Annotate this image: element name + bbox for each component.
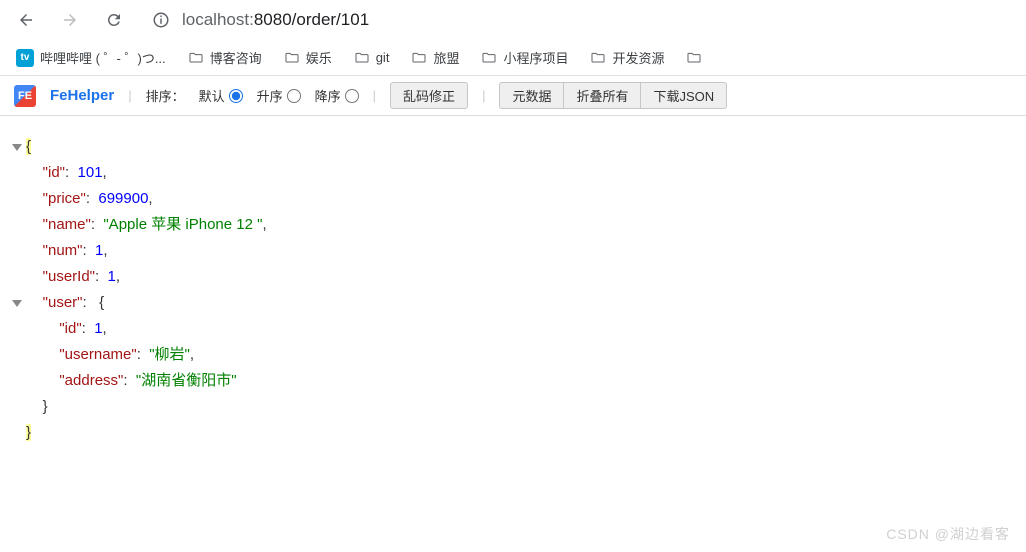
forward-button[interactable] <box>52 2 88 38</box>
url-text: localhost:8080/order/101 <box>182 10 369 30</box>
json-line[interactable]: "name": "Apple 苹果 iPhone 12 ", <box>8 212 1018 238</box>
site-info-icon[interactable] <box>152 11 170 29</box>
back-button[interactable] <box>8 2 44 38</box>
collapse-toggle-icon[interactable] <box>12 300 22 307</box>
json-line[interactable]: "address": "湖南省衡阳市" <box>8 368 1018 394</box>
folder-icon <box>284 50 300 66</box>
bookmark-label: git <box>376 50 390 65</box>
browser-nav-row: localhost:8080/order/101 <box>0 0 1026 40</box>
bookmark-item[interactable] <box>678 46 716 70</box>
bookmark-item[interactable]: 旅盟 <box>403 44 467 71</box>
bilibili-icon: tv <box>16 49 34 67</box>
collapse-toggle-icon[interactable] <box>12 144 22 151</box>
bookmark-item[interactable]: 小程序项目 <box>473 44 576 71</box>
separator: | <box>373 88 376 103</box>
arrow-left-icon <box>17 11 35 29</box>
folder-icon <box>354 50 370 66</box>
address-bar[interactable]: localhost:8080/order/101 <box>140 4 1018 36</box>
folder-icon <box>411 50 427 66</box>
sort-desc-radio[interactable]: 降序 <box>315 86 359 105</box>
json-line[interactable]: "id": 101, <box>8 160 1018 186</box>
arrow-right-icon <box>61 11 79 29</box>
bookmark-item[interactable]: 娱乐 <box>276 44 340 71</box>
sort-label: 排序： <box>146 86 185 105</box>
json-viewer: { "id": 101, "price": 699900, "name": "A… <box>0 116 1026 464</box>
json-line[interactable]: { <box>8 134 1018 160</box>
folder-icon <box>686 50 702 66</box>
json-line[interactable]: "userId": 1, <box>8 264 1018 290</box>
bookmark-item[interactable]: git <box>346 46 398 70</box>
folder-icon <box>188 50 204 66</box>
bookmark-label: 娱乐 <box>306 48 332 67</box>
fehelper-brand: FeHelper <box>50 87 114 104</box>
sort-asc-radio[interactable]: 升序 <box>257 86 301 105</box>
reload-icon <box>105 11 123 29</box>
json-line[interactable]: } <box>8 420 1018 446</box>
bookmark-item[interactable]: 博客咨询 <box>180 44 270 71</box>
bookmark-label: 小程序项目 <box>503 48 568 67</box>
metadata-button[interactable]: 元数据 <box>499 82 564 109</box>
bookmark-item[interactable]: 开发资源 <box>582 44 672 71</box>
json-line[interactable]: "num": 1, <box>8 238 1018 264</box>
json-line[interactable]: } <box>8 394 1018 420</box>
folder-icon <box>590 50 606 66</box>
bookmark-label: 博客咨询 <box>210 48 262 67</box>
json-line[interactable]: "user": { <box>8 290 1018 316</box>
fehelper-logo-icon: FE <box>14 85 36 107</box>
separator: | <box>482 88 485 103</box>
json-line[interactable]: "username": "柳岩", <box>8 342 1018 368</box>
sort-default-radio[interactable]: 默认 <box>199 86 243 105</box>
fehelper-toolbar: FE FeHelper | 排序： 默认 升序 降序 | 乱码修正 | 元数据 … <box>0 76 1026 116</box>
bookmark-label: 哔哩哔哩 ( ゜- ゜)つ... <box>40 48 166 67</box>
watermark-text: CSDN @湖边看客 <box>886 524 1010 544</box>
download-json-button[interactable]: 下载JSON <box>640 82 727 109</box>
json-line[interactable]: "price": 699900, <box>8 186 1018 212</box>
bookmark-label: 开发资源 <box>612 48 664 67</box>
bookmark-label: 旅盟 <box>433 48 459 67</box>
separator: | <box>128 88 131 103</box>
charset-fix-button[interactable]: 乱码修正 <box>390 82 468 109</box>
bookmarks-bar: tv 哔哩哔哩 ( ゜- ゜)つ... 博客咨询 娱乐 git 旅盟 小程序项目 开发资源 <box>0 40 1026 76</box>
bookmark-item[interactable]: tv 哔哩哔哩 ( ゜- ゜)つ... <box>8 44 174 71</box>
reload-button[interactable] <box>96 2 132 38</box>
folder-icon <box>481 50 497 66</box>
collapse-all-button[interactable]: 折叠所有 <box>563 82 641 109</box>
json-line[interactable]: "id": 1, <box>8 316 1018 342</box>
